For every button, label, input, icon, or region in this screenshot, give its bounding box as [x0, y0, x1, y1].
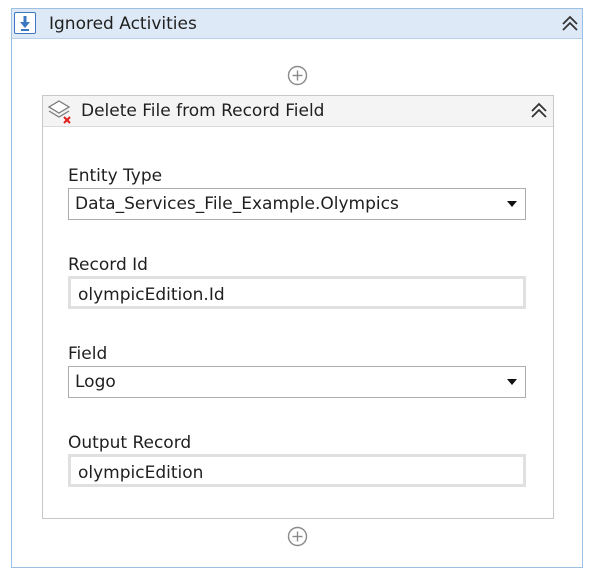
output-record-label: Output Record [68, 433, 192, 453]
add-activity-button-bottom[interactable] [287, 526, 308, 547]
add-activity-button-top[interactable] [287, 65, 308, 86]
field-label: Field [68, 344, 108, 364]
add-activity-icon [287, 65, 308, 86]
activity-title: Delete File from Record Field [81, 101, 325, 121]
delete-record-field-icon [47, 99, 73, 125]
record-id-value: olympicEdition.Id [78, 285, 225, 305]
sequence-container: Ignored Activities Delete File from Reco… [11, 8, 583, 568]
record-id-input[interactable]: olympicEdition.Id [68, 276, 526, 309]
sequence-header[interactable]: Ignored Activities [12, 9, 582, 39]
output-record-input[interactable]: olympicEdition [68, 454, 526, 487]
chevron-down-icon [507, 379, 517, 385]
sequence-icon [14, 12, 36, 34]
entity-type-label: Entity Type [68, 166, 163, 186]
record-id-label: Record Id [68, 255, 148, 275]
double-chevron-up-icon [531, 102, 547, 118]
chevron-down-icon [507, 201, 517, 207]
collapse-sequence-button[interactable] [559, 13, 581, 35]
field-select[interactable]: Logo [68, 366, 526, 398]
output-record-value: olympicEdition [78, 463, 204, 483]
collapse-activity-button[interactable] [528, 100, 550, 122]
double-chevron-up-icon [562, 15, 578, 31]
entity-type-value: Data_Services_File_Example.Olympics [75, 194, 399, 214]
delete-file-activity[interactable]: Delete File from Record Field Entity Typ… [42, 95, 554, 519]
activity-header[interactable]: Delete File from Record Field [43, 96, 553, 127]
entity-type-select[interactable]: Data_Services_File_Example.Olympics [68, 188, 526, 220]
sequence-title: Ignored Activities [49, 14, 197, 34]
add-activity-icon [287, 526, 308, 547]
field-value: Logo [75, 372, 116, 392]
